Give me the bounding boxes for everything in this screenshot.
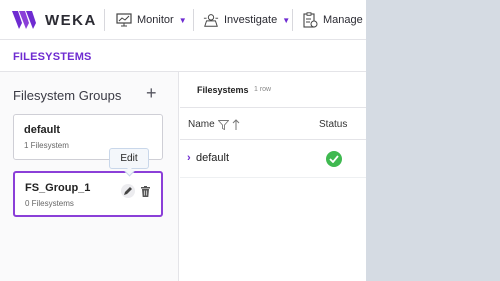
- group-card-fs-group-1[interactable]: FS_Group_1 0 Filesystems: [13, 171, 163, 217]
- expand-chevron-icon[interactable]: ›: [187, 152, 191, 164]
- filesystems-table: Filesystems 1 row Name Status › default: [180, 72, 366, 281]
- nav-divider: [193, 9, 194, 31]
- weka-logo[interactable]: WEKA: [12, 11, 97, 29]
- sort-arrow-icon[interactable]: [232, 119, 240, 130]
- nav-divider: [292, 9, 293, 31]
- top-navigation: WEKA Monitor ▼ Investigate ▼ Manage ▼: [0, 0, 366, 40]
- nav-investigate-label: Investigate: [224, 14, 278, 26]
- card-actions: [121, 184, 151, 198]
- brand-name: WEKA: [45, 11, 97, 29]
- weka-logo-icon: [12, 11, 36, 29]
- page-header: FILESYSTEMS: [0, 40, 366, 72]
- filesystem-name: default: [196, 152, 230, 164]
- manage-icon: [302, 12, 318, 28]
- group-count: 1 Filesystem: [24, 141, 69, 150]
- nav-manage[interactable]: Manage ▼: [302, 9, 366, 31]
- delete-button[interactable]: [139, 184, 151, 198]
- column-headers: Name Status: [180, 108, 366, 140]
- group-name: default: [24, 124, 61, 136]
- chevron-down-icon: ▼: [178, 15, 187, 25]
- page-title: FILESYSTEMS: [13, 51, 92, 63]
- monitor-icon: [116, 12, 132, 28]
- weka-app: WEKA Monitor ▼ Investigate ▼ Manage ▼: [0, 0, 366, 281]
- table-row[interactable]: › default: [180, 140, 366, 178]
- nav-divider: [104, 9, 105, 31]
- status-ok-icon: [326, 151, 342, 167]
- trash-icon: [140, 185, 150, 197]
- chevron-down-icon: ▼: [282, 15, 291, 25]
- nav-manage-label: Manage: [323, 14, 363, 26]
- groups-title: Filesystem Groups: [13, 88, 122, 103]
- pencil-icon: [124, 187, 132, 195]
- edit-tooltip: Edit: [109, 148, 149, 169]
- filesystem-groups-panel: Filesystem Groups + default 1 Filesystem…: [0, 72, 179, 281]
- row-count: 1 row: [254, 86, 272, 93]
- nav-monitor[interactable]: Monitor ▼: [116, 9, 187, 31]
- table-title: Filesystems: [197, 85, 249, 95]
- add-group-button[interactable]: +: [146, 84, 157, 102]
- table-header: Filesystems 1 row: [180, 72, 366, 108]
- group-name: FS_Group_1: [25, 182, 91, 194]
- filter-icon[interactable]: [217, 119, 229, 130]
- nav-monitor-label: Monitor: [137, 14, 174, 26]
- group-count: 0 Filesystems: [25, 199, 74, 208]
- background-pane: [366, 0, 500, 281]
- nav-investigate[interactable]: Investigate ▼: [203, 9, 290, 31]
- edit-button[interactable]: [121, 184, 135, 198]
- investigate-icon: [203, 12, 219, 28]
- column-name[interactable]: Name: [188, 119, 240, 130]
- column-status[interactable]: Status: [319, 119, 347, 130]
- column-name-label: Name: [188, 119, 215, 130]
